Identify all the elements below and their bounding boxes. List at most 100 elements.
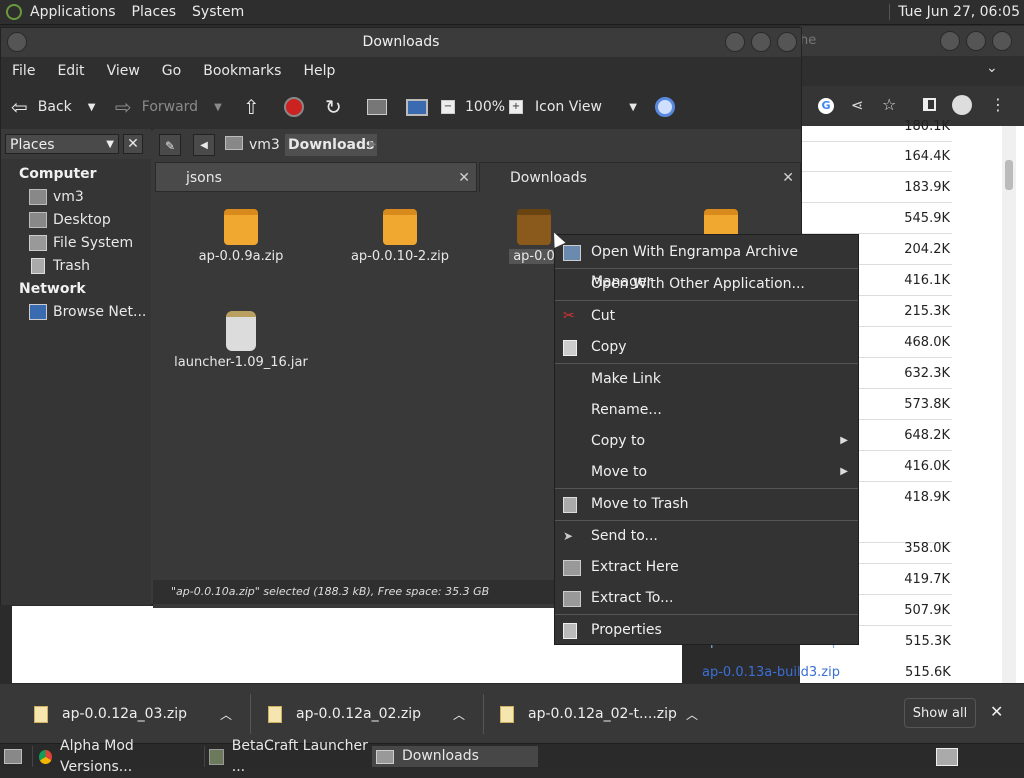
search-icon bbox=[655, 97, 675, 117]
taskbar-item-betacraft[interactable]: BetaCraft Launcher ... bbox=[204, 738, 372, 775]
sidebar-close-button[interactable]: ✕ bbox=[123, 134, 143, 154]
path-scroll-left-button[interactable]: ◀ bbox=[193, 134, 215, 156]
menu-item-open-with-engrampa[interactable]: Open With Engrampa Archive Manager bbox=[555, 237, 858, 290]
distro-logo-icon[interactable] bbox=[6, 4, 22, 20]
zoom-out-button[interactable]: − bbox=[441, 85, 455, 129]
forward-button[interactable]: ⇨ Forward ▼ bbox=[115, 85, 222, 129]
menu-help[interactable]: Help bbox=[292, 63, 346, 79]
zoom-in-button[interactable]: + bbox=[509, 85, 523, 129]
show-desktop-button[interactable] bbox=[4, 746, 22, 767]
download-link[interactable]: ap-0.0.13a-build3.zip bbox=[702, 665, 840, 680]
window-menu-button[interactable] bbox=[7, 32, 27, 52]
path-crumb-vm3[interactable]: vm3 bbox=[219, 134, 286, 156]
maximize-button[interactable] bbox=[751, 32, 771, 52]
clock[interactable]: Tue Jun 27, 06:05 bbox=[889, 4, 1020, 20]
search-button[interactable] bbox=[655, 85, 675, 129]
chevron-up-icon[interactable]: ︿ bbox=[686, 706, 698, 723]
chevron-up-icon[interactable]: ︿ bbox=[220, 706, 232, 723]
applications-menu[interactable]: Applications bbox=[22, 4, 124, 20]
taskbar-item-browser[interactable]: Alpha Mod Versions... bbox=[32, 738, 200, 775]
home-folder-icon bbox=[367, 99, 387, 115]
close-tab-icon[interactable]: ✕ bbox=[782, 163, 794, 193]
side-panel-icon[interactable] bbox=[923, 98, 936, 111]
top-panel: Applications Places System Tue Jun 27, 0… bbox=[0, 0, 1024, 25]
path-crumb-downloads[interactable]: Downloads bbox=[285, 134, 378, 156]
menu-item-move-to[interactable]: Move to ▶ bbox=[555, 457, 858, 487]
menu-file[interactable]: File bbox=[1, 63, 46, 79]
tab-downloads[interactable]: Downloads ✕ bbox=[479, 162, 801, 192]
sidebar-item-desktop[interactable]: Desktop bbox=[29, 212, 111, 228]
file-item[interactable]: ap-0.0.9a.zip bbox=[191, 209, 291, 264]
profile-avatar-icon[interactable] bbox=[952, 95, 972, 115]
more-menu-icon[interactable]: ⋮ bbox=[990, 95, 1006, 114]
taskbar-item-downloads[interactable]: Downloads bbox=[372, 746, 538, 767]
menu-item-send-to[interactable]: ➤ Send to... bbox=[555, 521, 858, 551]
sidebar-item-file-system[interactable]: File System bbox=[29, 235, 133, 251]
menu-item-copy-to[interactable]: Copy to ▶ bbox=[555, 426, 858, 456]
places-menu[interactable]: Places bbox=[124, 4, 185, 20]
show-all-button[interactable]: Show all bbox=[904, 698, 976, 728]
close-icon[interactable]: ✕ bbox=[990, 702, 1003, 721]
network-icon bbox=[29, 304, 47, 320]
sidebar-header: Places ▼ ✕ bbox=[1, 129, 151, 160]
menu-item-extract-here[interactable]: Extract Here bbox=[555, 552, 858, 582]
scrollbar[interactable] bbox=[1002, 126, 1016, 683]
view-mode-select[interactable]: Icon View ▼ bbox=[535, 85, 639, 129]
window-title: Downloads bbox=[1, 28, 801, 56]
download-item[interactable]: ap-0.0.12a_02-t....zip ︿ bbox=[500, 684, 710, 744]
menu-bookmarks[interactable]: Bookmarks bbox=[192, 63, 292, 79]
menu-item-copy[interactable]: Copy bbox=[555, 332, 858, 362]
zip-file-icon bbox=[268, 705, 282, 723]
back-button[interactable]: ⇦ Back ▼ bbox=[11, 85, 95, 129]
reload-button[interactable]: ↻ bbox=[325, 85, 342, 129]
menu-item-cut[interactable]: ✂ Cut bbox=[555, 301, 858, 331]
browser-maximize-button[interactable] bbox=[966, 31, 986, 51]
archive-manager-icon bbox=[563, 245, 581, 261]
zoom-out-icon: − bbox=[441, 100, 455, 114]
path-scroll-right-button[interactable]: ▶ bbox=[369, 134, 377, 156]
sidebar-item-browse-network[interactable]: Browse Net... bbox=[29, 304, 146, 320]
file-item[interactable]: ap-0.0.10-2.zip bbox=[345, 209, 455, 264]
sidebar-places-select[interactable]: Places ▼ bbox=[5, 134, 119, 154]
menu-edit[interactable]: Edit bbox=[46, 63, 95, 79]
browser-minimize-button[interactable] bbox=[940, 31, 960, 51]
menu-item-move-to-trash[interactable]: Move to Trash bbox=[555, 489, 858, 519]
browser-close-button[interactable] bbox=[992, 31, 1012, 51]
home-button[interactable] bbox=[367, 85, 387, 129]
back-history-dropdown[interactable]: ▼ bbox=[88, 102, 96, 113]
extract-icon bbox=[563, 591, 581, 607]
jar-file-icon bbox=[226, 311, 256, 351]
scrollbar-thumb[interactable] bbox=[1005, 160, 1013, 190]
menu-item-open-with-other[interactable]: Open With Other Application... bbox=[555, 269, 858, 299]
arrow-up-icon: ⇧ bbox=[243, 95, 260, 119]
launcher-icon bbox=[209, 748, 224, 765]
close-button[interactable] bbox=[777, 32, 797, 52]
file-item[interactable]: launcher-1.09_16.jar bbox=[173, 311, 309, 370]
menu-item-rename[interactable]: Rename... bbox=[555, 395, 858, 425]
zoom-in-icon: + bbox=[509, 100, 523, 114]
stop-button[interactable] bbox=[284, 85, 304, 129]
chevron-up-icon[interactable]: ︿ bbox=[453, 706, 465, 723]
trash-icon bbox=[31, 258, 45, 274]
system-menu[interactable]: System bbox=[184, 4, 252, 20]
workspace-switcher[interactable] bbox=[936, 746, 958, 767]
toolbar: ⇦ Back ▼ ⇨ Forward ▼ ⇧ ↻ − 100% + Icon V… bbox=[1, 85, 801, 130]
tab-jsons[interactable]: jsons ✕ bbox=[155, 162, 477, 192]
chevron-down-icon: ▼ bbox=[106, 139, 114, 150]
divider bbox=[250, 694, 251, 734]
menu-item-properties[interactable]: Properties bbox=[555, 615, 858, 645]
menu-item-extract-to[interactable]: Extract To... bbox=[555, 583, 858, 613]
minimize-button[interactable] bbox=[725, 32, 745, 52]
menu-item-make-link[interactable]: Make Link bbox=[555, 364, 858, 394]
up-button[interactable]: ⇧ bbox=[243, 85, 260, 129]
computer-button[interactable] bbox=[406, 85, 428, 129]
close-tab-icon[interactable]: ✕ bbox=[458, 163, 470, 193]
toggle-location-entry-button[interactable]: ✎ bbox=[159, 134, 181, 156]
menu-view[interactable]: View bbox=[96, 63, 151, 79]
forward-history-dropdown[interactable]: ▼ bbox=[214, 102, 222, 113]
zoom-level[interactable]: 100% bbox=[465, 85, 505, 129]
menu-go[interactable]: Go bbox=[151, 63, 192, 79]
sidebar-item-trash[interactable]: Trash bbox=[29, 258, 90, 274]
chevron-down-icon[interactable]: ⌄ bbox=[986, 60, 998, 76]
sidebar-item-vm3[interactable]: vm3 bbox=[29, 189, 84, 205]
